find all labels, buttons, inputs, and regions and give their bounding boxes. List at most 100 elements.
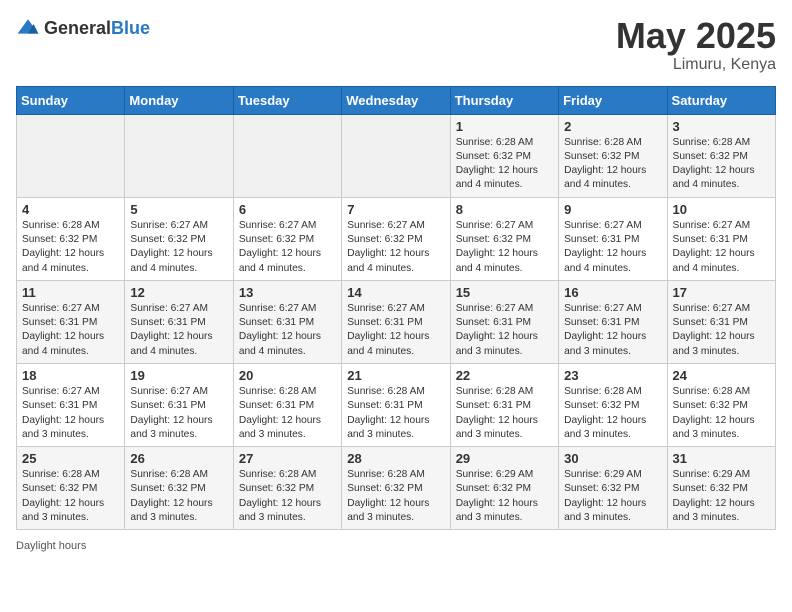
calendar-cell (342, 114, 450, 197)
day-info: Sunrise: 6:27 AM Sunset: 6:31 PM Dayligh… (456, 302, 553, 359)
day-info: Sunrise: 6:28 AM Sunset: 6:32 PM Dayligh… (347, 468, 444, 525)
page-header: GeneralBlue May 2025 Limuru, Kenya (16, 16, 776, 74)
location-text: Limuru, Kenya (616, 56, 776, 74)
calendar-cell: 2Sunrise: 6:28 AM Sunset: 6:32 PM Daylig… (559, 114, 667, 197)
day-number: 12 (130, 285, 227, 300)
day-number: 17 (673, 285, 770, 300)
calendar-week-row: 18 Sunrise: 6:27 AM Sunset: 6:31 PM Dayli… (17, 363, 776, 446)
col-header-wednesday: Wednesday (342, 86, 450, 114)
day-number: 22 (456, 368, 553, 383)
day-info: Sunrise: 6:27 AM Sunset: 6:31 PM Dayligh… (564, 302, 661, 359)
month-title: May 2025 (616, 16, 776, 56)
day-number: 13 (239, 285, 336, 300)
calendar-cell: 4 Sunrise: 6:28 AM Sunset: 6:32 PM Daylig… (17, 197, 125, 280)
day-info: Sunrise: 6:29 AM Sunset: 6:32 PM Dayligh… (456, 468, 553, 525)
col-header-tuesday: Tuesday (233, 86, 341, 114)
day-number: 26 (130, 451, 227, 466)
calendar-cell: 12 Sunrise: 6:27 AM Sunset: 6:31 PM Dayli… (125, 280, 233, 363)
col-header-saturday: Saturday (667, 86, 775, 114)
day-info: Sunrise: 6:27 AM Sunset: 6:31 PM Dayligh… (239, 302, 336, 359)
calendar-cell: 1 Sunrise: 6:28 AM Sunset: 6:32 PM Daylig… (450, 114, 558, 197)
day-number: 8 (456, 202, 553, 217)
day-number: 31 (673, 451, 770, 466)
day-info: Sunrise: 6:28 AM Sunset: 6:32 PM Dayligh… (22, 219, 119, 276)
calendar-cell: 20Sunrise: 6:28 AM Sunset: 6:31 PM Dayli… (233, 363, 341, 446)
day-number: 4 (22, 202, 119, 217)
calendar-cell: 18 Sunrise: 6:27 AM Sunset: 6:31 PM Dayli… (17, 363, 125, 446)
title-block: May 2025 Limuru, Kenya (616, 16, 776, 74)
calendar-header-row: SundayMondayTuesdayWednesdayThursdayFrid… (17, 86, 776, 114)
day-number: 19 (130, 368, 227, 383)
logo: GeneralBlue (16, 16, 150, 40)
calendar-cell: 16 Sunrise: 6:27 AM Sunset: 6:31 PM Dayli… (559, 280, 667, 363)
logo-blue-text: Blue (111, 18, 150, 38)
calendar-cell: 5 Sunrise: 6:27 AM Sunset: 6:32 PM Daylig… (125, 197, 233, 280)
calendar-cell (233, 114, 341, 197)
col-header-thursday: Thursday (450, 86, 558, 114)
day-info: Sunrise: 6:27 AM Sunset: 6:31 PM Dayligh… (347, 302, 444, 359)
day-number: 29 (456, 451, 553, 466)
day-info: Sunrise: 6:27 AM Sunset: 6:32 PM Dayligh… (130, 219, 227, 276)
day-number: 16 (564, 285, 661, 300)
logo-icon (16, 16, 40, 40)
day-info: Sunrise: 6:28 AM Sunset: 6:31 PM Dayligh… (239, 385, 336, 442)
day-info: Sunrise: 6:28 AM Sunset: 6:31 PM Dayligh… (456, 385, 553, 442)
calendar-cell: 25Sunrise: 6:28 AM Sunset: 6:32 PM Dayli… (17, 447, 125, 530)
calendar-cell: 19 Sunrise: 6:27 AM Sunset: 6:31 PM Dayli… (125, 363, 233, 446)
calendar-cell: 27 Sunrise: 6:28 AM Sunset: 6:32 PM Dayli… (233, 447, 341, 530)
calendar-cell: 17 Sunrise: 6:27 AM Sunset: 6:31 PM Dayli… (667, 280, 775, 363)
calendar-cell (17, 114, 125, 197)
day-number: 18 (22, 368, 119, 383)
day-info: Sunrise: 6:27 AM Sunset: 6:31 PM Dayligh… (130, 302, 227, 359)
calendar-cell: 28Sunrise: 6:28 AM Sunset: 6:32 PM Dayli… (342, 447, 450, 530)
day-info: Sunrise: 6:28 AM Sunset: 6:31 PM Dayligh… (347, 385, 444, 442)
calendar-table: SundayMondayTuesdayWednesdayThursdayFrid… (16, 86, 776, 531)
calendar-cell: 21 Sunrise: 6:28 AM Sunset: 6:31 PM Dayli… (342, 363, 450, 446)
day-number: 1 (456, 119, 553, 134)
day-number: 23 (564, 368, 661, 383)
day-number: 6 (239, 202, 336, 217)
calendar-cell: 10 Sunrise: 6:27 AM Sunset: 6:31 PM Dayli… (667, 197, 775, 280)
day-number: 2 (564, 119, 661, 134)
day-number: 9 (564, 202, 661, 217)
day-info: Sunrise: 6:27 AM Sunset: 6:31 PM Dayligh… (673, 219, 770, 276)
day-number: 27 (239, 451, 336, 466)
calendar-cell: 26Sunrise: 6:28 AM Sunset: 6:32 PM Dayli… (125, 447, 233, 530)
calendar-cell: 31Sunrise: 6:29 AM Sunset: 6:32 PM Dayli… (667, 447, 775, 530)
day-info: Sunrise: 6:28 AM Sunset: 6:32 PM Dayligh… (673, 136, 770, 193)
day-number: 5 (130, 202, 227, 217)
calendar-cell: 24 Sunrise: 6:28 AM Sunset: 6:32 PM Dayli… (667, 363, 775, 446)
day-number: 14 (347, 285, 444, 300)
day-info: Sunrise: 6:28 AM Sunset: 6:32 PM Dayligh… (673, 385, 770, 442)
calendar-cell: 13 Sunrise: 6:27 AM Sunset: 6:31 PM Dayli… (233, 280, 341, 363)
calendar-cell: 22 Sunrise: 6:28 AM Sunset: 6:31 PM Dayli… (450, 363, 558, 446)
day-number: 15 (456, 285, 553, 300)
logo-general-text: General (44, 18, 111, 38)
col-header-monday: Monday (125, 86, 233, 114)
day-info: Sunrise: 6:28 AM Sunset: 6:32 PM Dayligh… (239, 468, 336, 525)
day-info: Sunrise: 6:29 AM Sunset: 6:32 PM Dayligh… (564, 468, 661, 525)
day-number: 24 (673, 368, 770, 383)
day-number: 10 (673, 202, 770, 217)
day-info: Sunrise: 6:27 AM Sunset: 6:31 PM Dayligh… (22, 385, 119, 442)
day-info: Sunrise: 6:28 AM Sunset: 6:32 PM Dayligh… (456, 136, 553, 193)
day-info: Sunrise: 6:28 AM Sunset: 6:32 PM Dayligh… (564, 385, 661, 442)
calendar-cell: 9 Sunrise: 6:27 AM Sunset: 6:31 PM Daylig… (559, 197, 667, 280)
col-header-sunday: Sunday (17, 86, 125, 114)
day-info: Sunrise: 6:27 AM Sunset: 6:32 PM Dayligh… (347, 219, 444, 276)
calendar-cell: 11Sunrise: 6:27 AM Sunset: 6:31 PM Dayli… (17, 280, 125, 363)
day-info: Sunrise: 6:27 AM Sunset: 6:31 PM Dayligh… (130, 385, 227, 442)
day-info: Sunrise: 6:28 AM Sunset: 6:32 PM Dayligh… (22, 468, 119, 525)
day-number: 21 (347, 368, 444, 383)
footer: Daylight hours (16, 540, 776, 552)
calendar-cell: 3 Sunrise: 6:28 AM Sunset: 6:32 PM Daylig… (667, 114, 775, 197)
calendar-week-row: 4 Sunrise: 6:28 AM Sunset: 6:32 PM Daylig… (17, 197, 776, 280)
day-info: Sunrise: 6:27 AM Sunset: 6:31 PM Dayligh… (673, 302, 770, 359)
calendar-cell: 30Sunrise: 6:29 AM Sunset: 6:32 PM Dayli… (559, 447, 667, 530)
calendar-week-row: 1 Sunrise: 6:28 AM Sunset: 6:32 PM Daylig… (17, 114, 776, 197)
day-info: Sunrise: 6:27 AM Sunset: 6:31 PM Dayligh… (22, 302, 119, 359)
day-number: 3 (673, 119, 770, 134)
day-info: Sunrise: 6:27 AM Sunset: 6:31 PM Dayligh… (564, 219, 661, 276)
calendar-cell: 8Sunrise: 6:27 AM Sunset: 6:32 PM Daylig… (450, 197, 558, 280)
daylight-label: Daylight hours (16, 540, 86, 552)
